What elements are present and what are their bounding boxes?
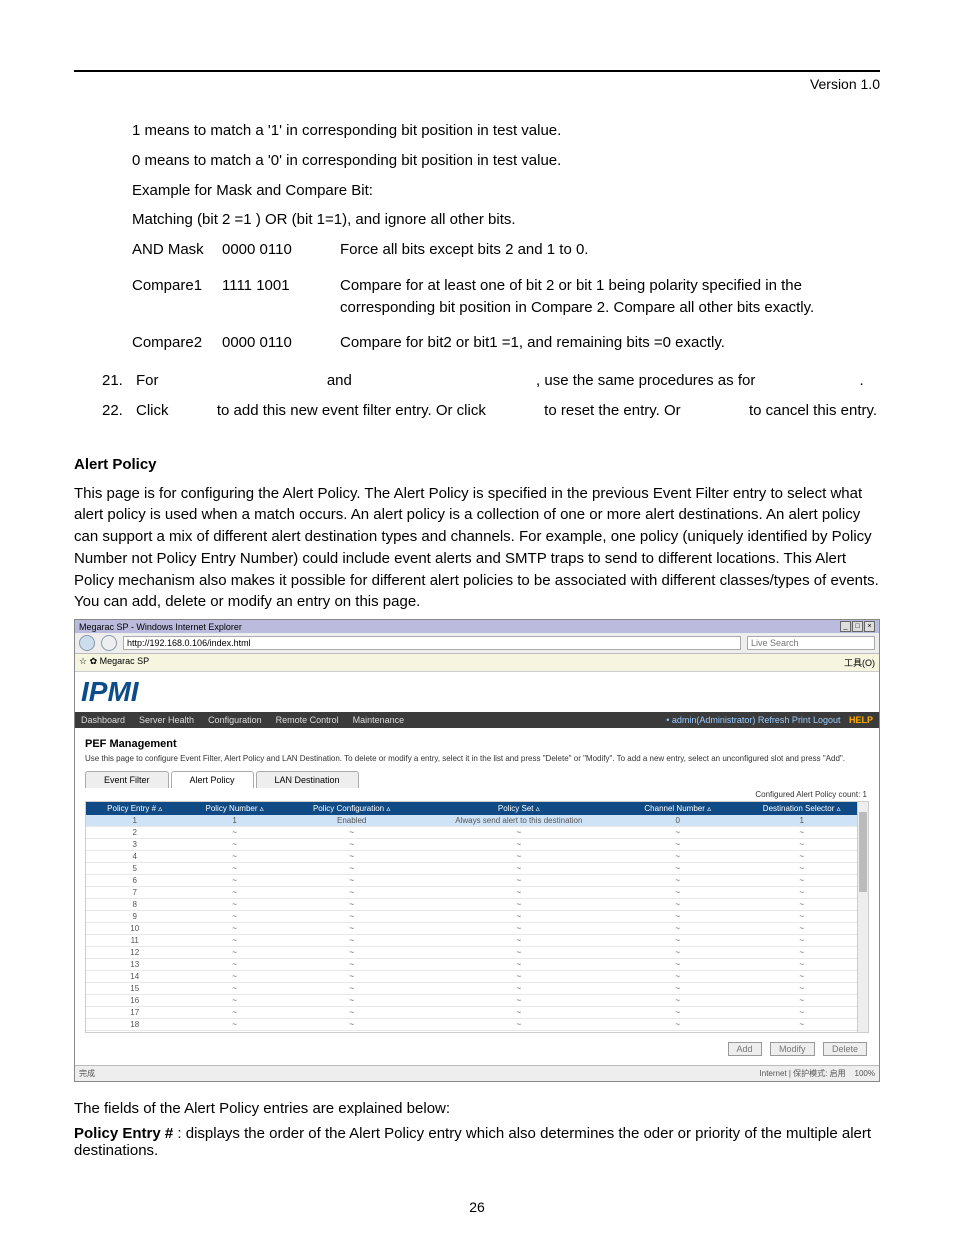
window-title: Megarac SP - Windows Internet Explorer — [79, 622, 242, 632]
table-row[interactable]: 6~~~~~ — [86, 875, 868, 887]
embedded-screenshot: Megarac SP - Windows Internet Explorer _… — [74, 619, 880, 1082]
mask-row-name: Compare2 — [132, 332, 222, 354]
nav-configuration[interactable]: Configuration — [208, 715, 262, 725]
maximize-icon[interactable]: □ — [852, 621, 863, 632]
scrollbar[interactable] — [857, 802, 868, 1032]
page-number: 26 — [0, 1199, 954, 1215]
add-button[interactable]: Add — [728, 1042, 762, 1056]
table-row[interactable]: 7~~~~~ — [86, 887, 868, 899]
page-heading: PEF Management — [85, 738, 869, 750]
policy-table-container: Policy Entry # ▵Policy Number ▵Policy Co… — [85, 801, 869, 1033]
forward-icon[interactable] — [101, 635, 117, 651]
window-titlebar: Megarac SP - Windows Internet Explorer _… — [75, 620, 879, 633]
step-number: 21. — [102, 370, 136, 392]
table-row[interactable]: 11EnabledAlways send alert to this desti… — [86, 815, 868, 827]
alert-policy-paragraph: This page is for configuring the Alert P… — [74, 483, 880, 614]
step-number: 22. — [102, 400, 136, 422]
mask-row-desc: Force all bits except bits 2 and 1 to 0. — [340, 239, 880, 261]
step-text: Click — [136, 400, 173, 422]
table-row[interactable]: 3~~~~~ — [86, 839, 868, 851]
step-text: For — [136, 370, 163, 392]
ipmi-logo: IPMI — [75, 672, 879, 712]
table-row[interactable]: 4~~~~~ — [86, 851, 868, 863]
text-line-1: 1 means to match a '1' in corresponding … — [132, 120, 880, 142]
nav-dashboard[interactable]: Dashboard — [81, 715, 125, 725]
table-header[interactable]: Policy Configuration ▵ — [286, 802, 418, 815]
table-row[interactable]: 18~~~~~ — [86, 1019, 868, 1031]
pef-tabs: Event Filter Alert Policy LAN Destinatio… — [85, 771, 869, 788]
tab-event-filter[interactable]: Event Filter — [85, 771, 169, 788]
favorites-tab[interactable]: Megarac SP — [100, 656, 150, 666]
table-row[interactable]: 11~~~~~ — [86, 935, 868, 947]
back-icon[interactable] — [79, 635, 95, 651]
table-row[interactable]: 14~~~~~ — [86, 971, 868, 983]
help-link[interactable]: HELP — [849, 715, 873, 725]
step-text: to add this new event filter entry. Or c… — [213, 400, 490, 422]
table-row[interactable]: 8~~~~~ — [86, 899, 868, 911]
table-row[interactable]: 17~~~~~ — [86, 1007, 868, 1019]
table-header[interactable]: Policy Entry # ▵ — [86, 802, 183, 815]
mask-row-desc: Compare for bit2 or bit1 =1, and remaini… — [340, 332, 880, 354]
status-left: 完成 — [79, 1068, 95, 1079]
table-header[interactable]: Policy Set ▵ — [418, 802, 621, 815]
table-row[interactable]: 5~~~~~ — [86, 863, 868, 875]
table-row[interactable]: 12~~~~~ — [86, 947, 868, 959]
text-line-4: Matching (bit 2 =1 ) OR (bit 1=1), and i… — [132, 209, 880, 231]
step-text: , use the same procedures as for — [536, 370, 759, 392]
page-subtext: Use this page to configure Event Filter,… — [85, 754, 869, 763]
minimize-icon[interactable]: _ — [840, 621, 851, 632]
version-label: Version 1.0 — [74, 76, 880, 92]
fields-intro: The fields of the Alert Policy entries a… — [74, 1100, 880, 1117]
window-buttons: _ □ × — [840, 621, 875, 632]
mask-row-bits: 1111 1001 — [222, 275, 340, 319]
status-right: Internet | 保护模式: 启用 — [760, 1069, 846, 1078]
nav-maintenance[interactable]: Maintenance — [353, 715, 405, 725]
text-line-3: Example for Mask and Compare Bit: — [132, 180, 880, 202]
nav-server-health[interactable]: Server Health — [139, 715, 194, 725]
table-header[interactable]: Policy Number ▵ — [183, 802, 285, 815]
main-nav: Dashboard Server Health Configuration Re… — [75, 712, 879, 728]
modify-button[interactable]: Modify — [770, 1042, 815, 1056]
nav-remote-control[interactable]: Remote Control — [276, 715, 339, 725]
mask-compare-table: AND Mask 0000 0110 Force all bits except… — [132, 239, 880, 362]
step-21: 21. For and , use the same procedures as… — [102, 370, 880, 392]
header-links[interactable]: Refresh Print Logout — [758, 715, 841, 725]
step-text: to cancel this entry. — [745, 400, 877, 422]
table-header[interactable]: Destination Selector ▵ — [735, 802, 868, 815]
mask-row-bits: 0000 0110 — [222, 332, 340, 354]
table-header[interactable]: Channel Number ▵ — [620, 802, 735, 815]
toolbar-right[interactable]: 工具(O) — [844, 656, 875, 669]
table-row[interactable]: 13~~~~~ — [86, 959, 868, 971]
policy-entry-field: Policy Entry # : displays the order of t… — [74, 1125, 880, 1159]
table-row[interactable]: 16~~~~~ — [86, 995, 868, 1007]
text-line-2: 0 means to match a '0' in corresponding … — [132, 150, 880, 172]
step-22: 22. Click to add this new event filter e… — [102, 400, 880, 422]
step-text: and — [323, 370, 356, 392]
policy-entry-label: Policy Entry # — [74, 1125, 173, 1142]
close-icon[interactable]: × — [864, 621, 875, 632]
configured-count: Configured Alert Policy count: 1 — [87, 790, 867, 799]
mask-row-bits: 0000 0110 — [222, 239, 340, 261]
address-bar[interactable]: http://192.168.0.106/index.html — [123, 636, 741, 650]
tab-alert-policy[interactable]: Alert Policy — [171, 771, 254, 788]
table-row[interactable]: 19~~~~~ — [86, 1031, 868, 1034]
section-heading-alert-policy: Alert Policy — [74, 456, 880, 473]
tab-lan-destination[interactable]: LAN Destination — [256, 771, 359, 788]
policy-entry-desc: : displays the order of the Alert Policy… — [74, 1125, 871, 1159]
table-row[interactable]: 10~~~~~ — [86, 923, 868, 935]
delete-button[interactable]: Delete — [823, 1042, 867, 1056]
table-row[interactable]: 9~~~~~ — [86, 911, 868, 923]
mask-row-name: AND Mask — [132, 239, 222, 261]
search-input[interactable] — [747, 636, 875, 650]
alert-policy-table: Policy Entry # ▵Policy Number ▵Policy Co… — [86, 802, 868, 1033]
table-row[interactable]: 2~~~~~ — [86, 827, 868, 839]
table-row[interactable]: 15~~~~~ — [86, 983, 868, 995]
top-rule — [74, 70, 880, 72]
mask-row-name: Compare1 — [132, 275, 222, 319]
step-text: to reset the entry. Or — [540, 400, 685, 422]
user-label: • admin(Administrator) — [666, 715, 755, 725]
step-text: . — [860, 370, 864, 392]
zoom-level[interactable]: 100% — [855, 1069, 875, 1078]
mask-row-desc: Compare for at least one of bit 2 or bit… — [340, 275, 880, 319]
